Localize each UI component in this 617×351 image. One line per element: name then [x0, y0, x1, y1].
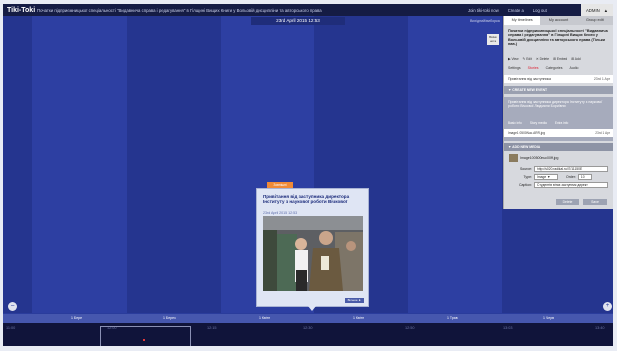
more-button[interactable]: Більше ► — [345, 298, 364, 303]
delete-action[interactable]: ✕ Delete — [536, 57, 549, 61]
delete-button[interactable]: Delete — [556, 199, 579, 205]
edit-action[interactable]: ✎ Edit — [523, 57, 532, 61]
navigator-tick: 11:00 — [6, 326, 16, 330]
navigator-tick: 12:50 — [405, 326, 415, 330]
panel-timeline-title: Початки підприємницької спеціальності "В… — [508, 29, 608, 47]
timeline-column — [3, 16, 32, 313]
create-link[interactable]: Create a — [508, 8, 524, 13]
type-label: Type: — [523, 175, 532, 179]
source-label: Source: — [519, 167, 532, 171]
timeline-actions: ▶ View ✎ Edit ✕ Delete ⊞ Embed ⊞ Add — [508, 57, 581, 61]
order-label: Order: — [566, 175, 576, 179]
month-label: 1 Берез — [163, 316, 176, 320]
navigator-window[interactable] — [100, 326, 191, 346]
timeline-column — [127, 16, 221, 313]
tab-story-media[interactable]: Story media — [530, 121, 547, 125]
navigator-tick: 12:15 — [207, 326, 217, 330]
subtab-categories[interactable]: Categories — [546, 66, 563, 70]
order-input[interactable]: 10 — [577, 174, 592, 180]
subtab-settings[interactable]: Settings — [508, 66, 521, 70]
tab-basic-info[interactable]: Basic info — [508, 121, 522, 125]
caption-row: Caption: Студентів вітає заступник дирек… — [510, 182, 610, 188]
navigator-tick: 12:30 — [303, 326, 313, 330]
embed-action[interactable]: ⊞ Embed — [553, 57, 567, 61]
navigator-tick: 13:40 — [595, 326, 605, 330]
timeline-title: Початки підприємницької спеціальності "В… — [37, 7, 322, 13]
chevron-up-icon: ▲ — [603, 7, 609, 13]
panel-subtabs: Settings Stories Categories Audio — [508, 66, 578, 70]
type-select[interactable]: Image ▼ — [534, 174, 558, 180]
logout-link[interactable]: Log out — [533, 8, 547, 13]
story-editor: Привітання від заступника директора Інст… — [504, 97, 613, 141]
tab-my-account[interactable]: My account — [540, 16, 576, 25]
add-action[interactable]: ⊞ Add — [571, 57, 580, 61]
event-row-label: Привітання від заступника — [508, 77, 551, 81]
story-editor-tabs: Basic info Story media Extra info — [508, 121, 610, 125]
current-date: 23rd April 2015 12:53 — [251, 17, 345, 25]
navigator-story-marker — [143, 339, 145, 341]
event-row-date: 23rd 1 Apr — [593, 77, 610, 81]
add-media-button[interactable]: ▼ ADD NEW MEDIA — [504, 143, 613, 151]
admin-button[interactable]: ADMIN ▲ — [581, 4, 613, 16]
media-row[interactable]: Image1 0500Nuc.ARR.jpg 23rd 1 Apr — [504, 129, 613, 137]
top-bar: Tiki-Toki Початки підприємницької спеціа… — [3, 4, 613, 16]
month-label: 1 Квітн — [353, 316, 365, 320]
top-links: Join tiki-toki now Create a Log out — [468, 8, 547, 13]
view-menu[interactable]: Вихідний/виборка — [470, 19, 500, 23]
media-row-date: 23rd 1 Apr — [595, 131, 610, 135]
story-pointer — [308, 306, 316, 311]
source-input[interactable]: http://s020.radikal.ru/i7/11150E — [534, 166, 608, 172]
story-card[interactable]: Привітання від заступника директора Інст… — [256, 188, 369, 307]
media-filename: Image100500нuc00ff.jpg — [520, 156, 559, 160]
create-event-button[interactable]: ▼ CREATE NEW EVENT — [504, 86, 613, 94]
view-badge[interactable]: Ввімк нота — [487, 34, 499, 45]
panel-tabs: My timelines My account Group edit — [504, 16, 613, 25]
story-editor-title: Привітання від заступника директора Інст… — [508, 100, 603, 109]
story-photo — [263, 216, 363, 291]
month-label: 1 Бере — [71, 316, 83, 320]
zoom-out-icon[interactable]: − — [8, 302, 17, 311]
source-row: Source: http://s020.radikal.ru/i7/11150E — [510, 166, 610, 172]
tab-extra-info[interactable]: Extra info — [555, 121, 568, 125]
zoom-in-icon[interactable]: + — [603, 302, 612, 311]
story-title: Привітання від заступника директора Інст… — [263, 194, 350, 205]
view-action[interactable]: ▶ View — [508, 57, 519, 61]
tab-my-timelines[interactable]: My timelines — [504, 16, 541, 25]
media-thumbnail — [509, 154, 518, 162]
media-row-label: Image1 0500Nuc.ARR.jpg — [508, 131, 546, 135]
join-link[interactable]: Join tiki-toki now — [468, 8, 499, 13]
month-axis — [3, 314, 613, 323]
admin-panel: My timelines My account Group edit Почат… — [503, 16, 613, 209]
caption-input[interactable]: Студентів вітає заступник директ — [534, 182, 608, 188]
timeline-app: Tiki-Toki Початки підприємницької спеціа… — [3, 4, 613, 346]
timeline-column — [32, 16, 127, 313]
app-logo[interactable]: Tiki-Toki — [7, 7, 37, 14]
month-label: 1 Черв — [543, 316, 555, 320]
navigator-tick: 13:03 — [503, 326, 513, 330]
admin-button-label: ADMIN — [585, 7, 600, 13]
tab-group-edit[interactable]: Group edit — [577, 16, 613, 25]
subtab-stories[interactable]: Stories — [528, 66, 539, 70]
event-row[interactable]: Привітання від заступника 23rd 1 Apr — [504, 75, 613, 83]
story-date: 23rd April 2015 12:53 — [263, 211, 298, 215]
month-label: 1 Квітн — [259, 316, 271, 320]
caption-label: Caption: — [518, 183, 532, 187]
type-row: Type: Image ▼ Order: 10 — [510, 174, 610, 180]
month-label: 1 Трав — [447, 316, 458, 320]
save-button[interactable]: Save — [583, 199, 607, 205]
subtab-audio[interactable]: Audio — [570, 66, 579, 70]
timeline-column — [408, 16, 502, 313]
